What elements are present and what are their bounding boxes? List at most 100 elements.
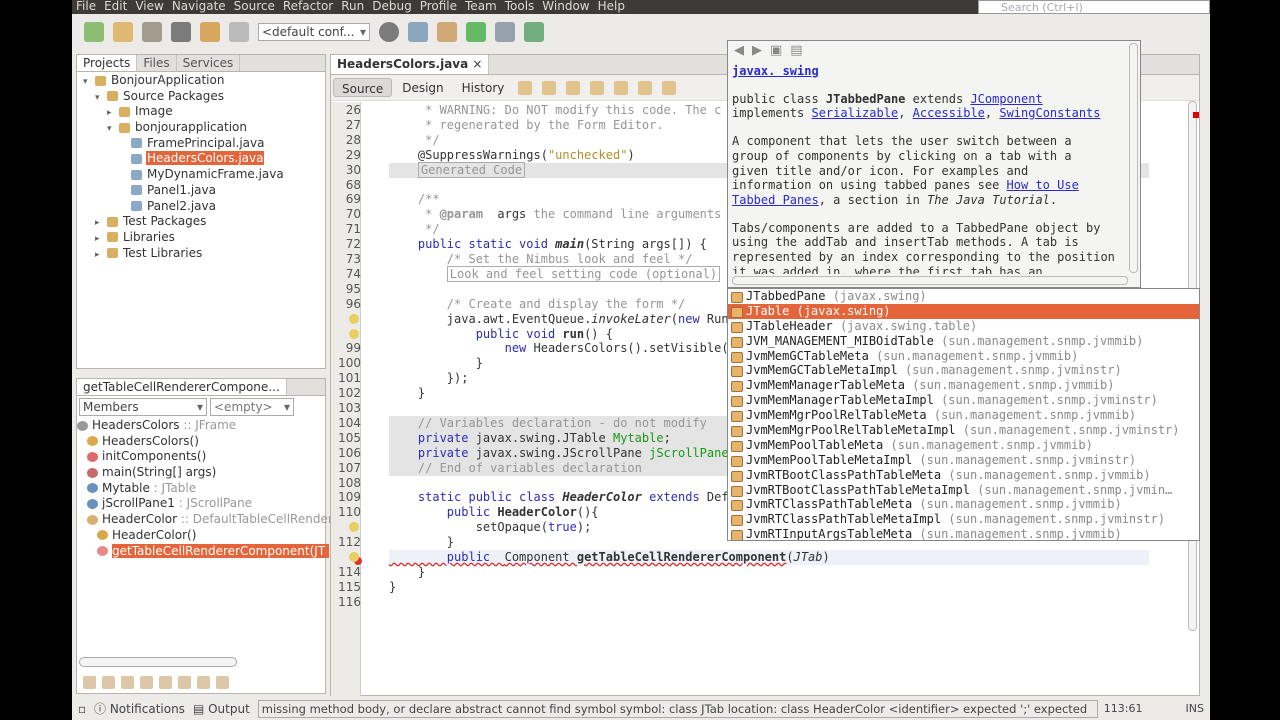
profile-icon[interactable] (524, 22, 544, 42)
members-filter[interactable]: Members (79, 398, 207, 416)
navigator-tab[interactable]: getTableCellRendererCompone... (77, 379, 287, 395)
history-forward-icon[interactable] (542, 81, 557, 95)
back-arrow-icon[interactable]: ◀ (734, 43, 744, 58)
menu-team[interactable]: Team (461, 0, 501, 14)
menu-debug[interactable]: Debug (368, 0, 415, 14)
tab-headerscolors-java[interactable]: HeadersColors.java × (331, 55, 490, 74)
navigator-item[interactable]: HeaderColor() (77, 528, 325, 544)
build-icon[interactable] (408, 22, 428, 42)
filter-static-icon[interactable] (121, 676, 134, 689)
completion-item[interactable]: JvmRTClassPathTableMeta (sun.management.… (728, 497, 1199, 512)
completion-item[interactable]: JvmMemPoolTableMeta (sun.management.snmp… (728, 438, 1199, 453)
navigator-item[interactable]: HeadersColors :: JFrame (77, 418, 325, 434)
filter-inherited-icon[interactable] (83, 676, 96, 689)
navigator-item[interactable]: HeadersColors() (77, 434, 325, 450)
save-all-icon[interactable] (171, 22, 191, 42)
navigator-item[interactable]: getTableCellRendererComponent(JT (77, 543, 330, 560)
menu-refactor[interactable]: Refactor (279, 0, 337, 14)
forward-arrow-icon[interactable]: ▶ (752, 43, 762, 58)
completion-item[interactable]: JvmMemGCTableMeta (sun.management.snmp.j… (728, 349, 1199, 364)
globe-icon[interactable] (379, 22, 399, 42)
open-browser-icon[interactable]: ▣ (770, 43, 782, 58)
tree-item[interactable]: ▸ Test Libraries (77, 246, 325, 262)
menu-help[interactable]: Help (594, 0, 629, 14)
package-link[interactable]: javax. swing (732, 64, 819, 78)
doc-vertical-scrollbar[interactable] (1129, 43, 1138, 273)
notifications-button[interactable]: ⓘ Notifications (94, 700, 185, 717)
completion-item[interactable]: JvmMemPoolTableMetaImpl (sun.management.… (728, 453, 1199, 468)
tree-item[interactable]: Panel2.java (77, 199, 325, 215)
completion-item[interactable]: JTable (javax.swing) (728, 303, 1199, 319)
tab-projects[interactable]: Projects (77, 55, 138, 71)
output-button[interactable]: ▤ Output (193, 702, 250, 716)
superclass-link[interactable]: JComponent (970, 92, 1042, 106)
menu-source[interactable]: Source (230, 0, 279, 14)
completion-item[interactable]: JvmRTClassPathTableMetaImpl (sun.managem… (728, 512, 1199, 527)
run-icon[interactable] (466, 22, 486, 42)
tree-item[interactable]: FramePrincipal.java (77, 136, 325, 152)
navigator-item[interactable]: jScrollPane1 : JScrollPane (77, 496, 325, 512)
interface-link[interactable]: Accessible (913, 106, 985, 120)
debug-icon[interactable] (495, 22, 515, 42)
navigator-item[interactable]: initComponents() (77, 449, 325, 465)
menu-tools[interactable]: Tools (501, 0, 539, 14)
view-source[interactable]: Source (333, 78, 393, 97)
code-line[interactable]: } (389, 580, 1149, 595)
tree-item[interactable]: ▾ BonjourApplication (77, 73, 325, 89)
expand-toggle-icon[interactable]: ▸ (95, 248, 107, 264)
interface-link[interactable]: SwingConstants (999, 106, 1100, 120)
hint-bulb-icon[interactable] (349, 522, 359, 533)
expand-toggle-icon[interactable]: ▾ (95, 91, 107, 107)
sort-icon[interactable] (178, 676, 191, 689)
navigator-item[interactable]: main(String[] args) (77, 465, 325, 481)
completion-item[interactable]: JvmRTBootClassPathTableMetaImpl (sun.man… (728, 483, 1199, 498)
history-back-icon[interactable] (518, 81, 533, 95)
tree-item[interactable]: Panel1.java (77, 183, 325, 199)
tree-item[interactable]: ▸ Image (77, 104, 325, 120)
code-line[interactable]: } (389, 565, 1149, 580)
completion-item[interactable]: JTabbedPane (javax.swing) (728, 289, 1199, 304)
horizontal-scrollbar[interactable] (79, 657, 237, 667)
completion-item[interactable]: JTableHeader (javax.swing.table) (728, 319, 1199, 334)
menu-edit[interactable]: Edit (100, 0, 131, 14)
tree-item[interactable]: ▾ bonjourapplication (77, 120, 325, 136)
filter-private-icon[interactable] (140, 676, 153, 689)
completion-item[interactable]: JvmMemManagerTableMetaImpl (sun.manageme… (728, 393, 1199, 408)
view-design[interactable]: Design (394, 78, 451, 97)
tree-item[interactable]: MyDynamicFrame.java (77, 167, 325, 183)
menu-run[interactable]: Run (337, 0, 368, 14)
interface-link[interactable]: Serializable (811, 106, 898, 120)
expand-toggle-icon[interactable]: ▾ (83, 75, 95, 91)
menu-file[interactable]: File (72, 0, 100, 14)
navigator-item[interactable]: HeaderColor :: DefaultTableCellRenderer (77, 512, 345, 528)
menu-profile[interactable]: Profile (416, 0, 461, 14)
redo-icon[interactable] (229, 22, 249, 42)
menu-navigate[interactable]: Navigate (168, 0, 230, 14)
hint-bulb-icon[interactable] (349, 313, 359, 324)
tree-item[interactable]: ▸ Test Packages (77, 214, 325, 230)
completion-item[interactable]: JvmMemGCTableMetaImpl (sun.management.sn… (728, 363, 1199, 378)
tree-item[interactable]: ▸ Libraries (77, 230, 325, 246)
toggle-highlight-icon[interactable] (662, 81, 677, 95)
new-file-icon[interactable] (84, 22, 104, 42)
find-icon[interactable] (590, 81, 605, 95)
clean-build-icon[interactable] (437, 22, 457, 42)
tab-services[interactable]: Services (177, 55, 241, 71)
completion-item[interactable]: JvmMemManagerTableMeta (sun.management.s… (728, 378, 1199, 393)
tree-item[interactable]: HeadersColors.java (77, 151, 325, 167)
next-occurrence-icon[interactable] (638, 81, 653, 95)
last-edit-icon[interactable] (566, 81, 581, 95)
show-source-icon[interactable]: ▤ (790, 43, 802, 58)
code-line[interactable] (389, 595, 1149, 610)
completion-item[interactable]: JVM_MANAGEMENT_MIBOidTable (sun.manageme… (728, 334, 1199, 349)
hint-bulb-icon[interactable] (349, 328, 359, 339)
view-history[interactable]: History (454, 78, 513, 97)
new-project-icon[interactable] (113, 22, 133, 42)
code-line[interactable]: public Component getTableCellRendererCom… (389, 550, 1149, 565)
completion-item[interactable]: JvmRTBootClassPathTableMeta (sun.managem… (728, 468, 1199, 483)
window-icon[interactable]: ▫ (78, 702, 86, 716)
sort-source-icon[interactable] (197, 676, 210, 689)
expand-toggle-icon[interactable]: ▾ (107, 122, 119, 138)
close-icon[interactable]: × (472, 57, 482, 71)
undo-icon[interactable] (200, 22, 220, 42)
